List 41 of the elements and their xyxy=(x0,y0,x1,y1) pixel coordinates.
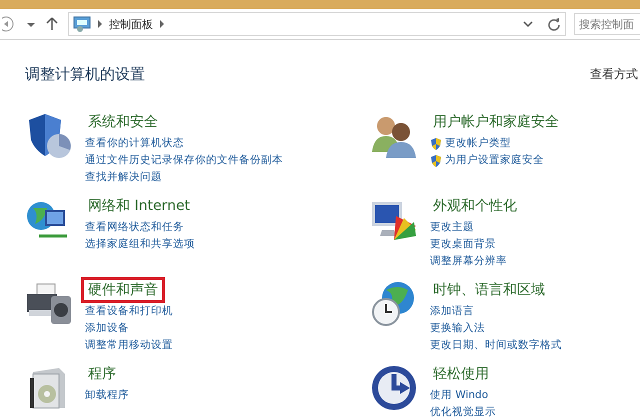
task-link[interactable]: 调整屏幕分辨率 xyxy=(430,253,524,270)
category-link[interactable]: 硬件和声音 xyxy=(81,277,165,303)
category-link[interactable]: 网络和 Internet xyxy=(81,193,198,219)
task-link[interactable]: 更改桌面背景 xyxy=(430,236,524,253)
task-link[interactable]: 查找并解决问题 xyxy=(85,169,283,186)
chevron-icon xyxy=(159,20,165,28)
refresh-icon[interactable] xyxy=(547,17,561,31)
accessibility-icon xyxy=(370,364,418,412)
shield-icon xyxy=(430,154,442,166)
category-link[interactable]: 轻松使用 xyxy=(426,361,496,387)
address-bar[interactable]: 控制面板 xyxy=(68,12,566,36)
category-link[interactable]: 时钟、语言和区域 xyxy=(426,277,552,303)
page-heading: 调整计算机的设置 xyxy=(25,65,145,84)
up-arrow-icon[interactable] xyxy=(44,16,60,32)
task-link[interactable]: 使用 Windo xyxy=(430,387,496,404)
shield-icon xyxy=(430,138,442,150)
category-link[interactable]: 外观和个性化 xyxy=(426,193,524,219)
search-field[interactable]: 搜索控制面 xyxy=(574,13,640,35)
task-link[interactable]: 更换输入法 xyxy=(430,320,562,337)
task-link[interactable]: 为用户设置家庭安全 xyxy=(430,152,566,169)
task-link[interactable]: 查看你的计算机状态 xyxy=(85,135,283,152)
chevron-icon xyxy=(97,20,103,28)
view-by-label: 查看方式 xyxy=(590,66,639,83)
task-link[interactable]: 添加语言 xyxy=(430,303,562,320)
task-link[interactable]: 更改帐户类型 xyxy=(430,135,566,152)
task-link[interactable]: 查看设备和打印机 xyxy=(85,303,173,320)
category-link[interactable]: 系统和安全 xyxy=(81,109,165,135)
task-link[interactable]: 通过文件历史记录保存你的文件备份副本 xyxy=(85,152,283,169)
control-panel-icon xyxy=(73,16,91,32)
task-link[interactable]: 更改日期、时间或数字格式 xyxy=(430,337,562,354)
task-link[interactable]: 查看网络状态和任务 xyxy=(85,219,198,236)
category-link[interactable]: 程序 xyxy=(81,361,123,387)
breadcrumb-item[interactable]: 控制面板 xyxy=(109,16,153,32)
task-link[interactable]: 优化视觉显示 xyxy=(430,404,496,418)
task-link[interactable]: 卸载程序 xyxy=(85,387,129,404)
dropdown-icon[interactable] xyxy=(523,20,533,28)
task-link[interactable]: 调整常用移动设置 xyxy=(85,337,173,354)
task-link[interactable]: 添加设备 xyxy=(85,320,173,337)
category-link[interactable]: 用户帐户和家庭安全 xyxy=(426,109,566,135)
task-link[interactable]: 选择家庭组和共享选项 xyxy=(85,236,198,253)
task-link[interactable]: 更改主题 xyxy=(430,219,524,236)
